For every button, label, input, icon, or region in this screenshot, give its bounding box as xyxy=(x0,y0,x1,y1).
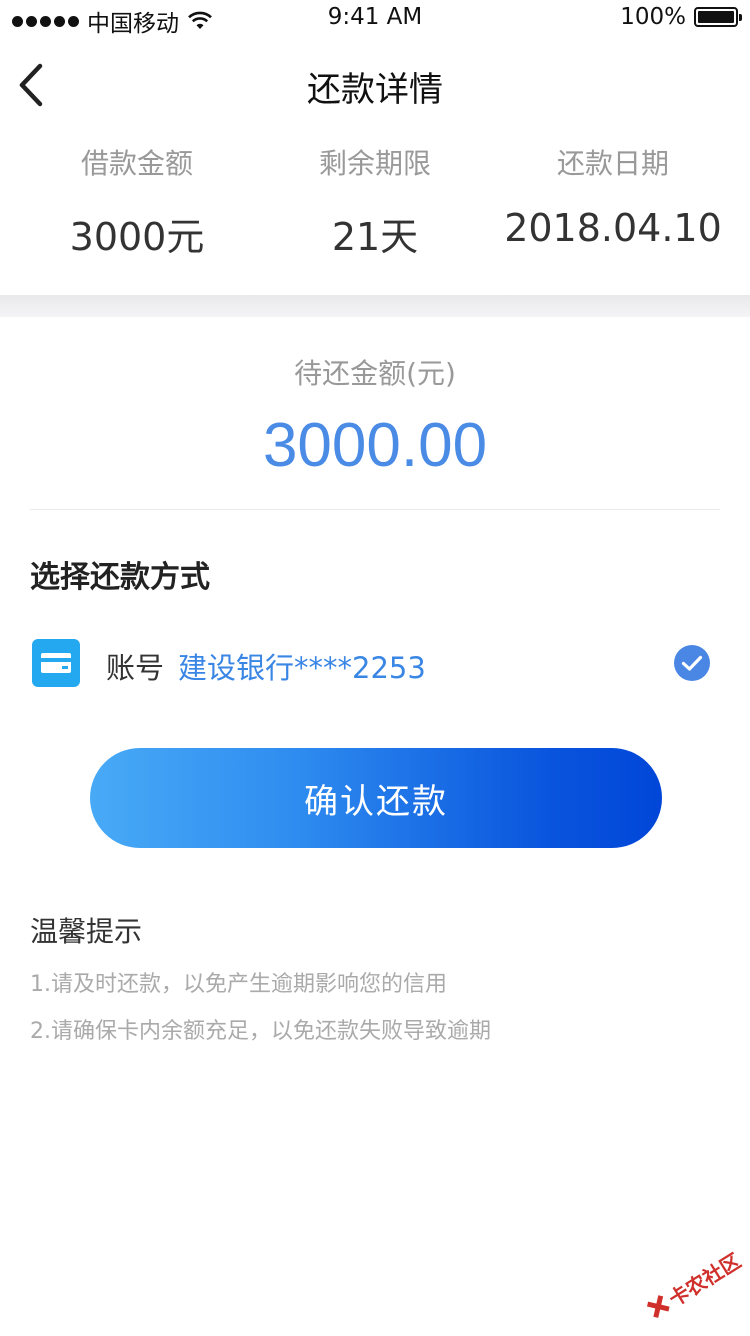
amount-due-value: 3000.00 xyxy=(262,411,488,480)
summary-value: 3000元 xyxy=(69,215,205,259)
watermark: 卡农社区 xyxy=(634,1230,750,1336)
tips-title: 温馨提示 xyxy=(30,915,143,948)
summary-label: 还款日期 xyxy=(556,147,669,180)
tip-item: 2.请确保卡内余额充足，以免还款失败导致逾期 xyxy=(30,1019,491,1044)
divider xyxy=(30,509,720,510)
check-circle-icon[interactable] xyxy=(674,645,710,681)
summary-label: 借款金额 xyxy=(80,147,193,180)
summary-loan-amount: 借款金额 3000元 xyxy=(12,130,262,261)
summary-label: 剩余期限 xyxy=(318,147,431,180)
bank-card-icon xyxy=(32,639,80,687)
loan-summary: 借款金额 3000元 剩余期限 21天 还款日期 2018.04.10 xyxy=(0,130,750,295)
navigation-bar: 还款详情 xyxy=(0,40,750,130)
account-value: 建设银行****2253 xyxy=(178,651,426,685)
section-separator xyxy=(0,295,750,317)
summary-value: 2018.04.10 xyxy=(504,206,722,250)
battery-icon xyxy=(694,7,742,27)
amount-due-label: 待还金额(元) xyxy=(294,357,456,390)
watermark-text: 卡农社区 xyxy=(664,1248,745,1311)
summary-remaining-term: 剩余期限 21天 xyxy=(250,130,500,261)
payment-method-title: 选择还款方式 xyxy=(30,560,210,595)
tip-item: 1.请及时还款，以免产生逾期影响您的信用 xyxy=(30,972,447,997)
payment-account-option[interactable]: 账号 建设银行****2253 xyxy=(30,635,720,695)
battery-percentage: 100% xyxy=(620,4,686,30)
page-title: 还款详情 xyxy=(307,70,443,110)
status-right: 100% xyxy=(620,4,742,30)
status-bar: 中国移动 9:41 AM 100% xyxy=(0,0,750,40)
confirm-repayment-button[interactable]: 确认还款 xyxy=(90,748,662,848)
account-label: 账号 xyxy=(106,651,165,685)
summary-repayment-date: 还款日期 2018.04.10 xyxy=(488,130,738,250)
summary-value: 21天 xyxy=(331,215,419,259)
